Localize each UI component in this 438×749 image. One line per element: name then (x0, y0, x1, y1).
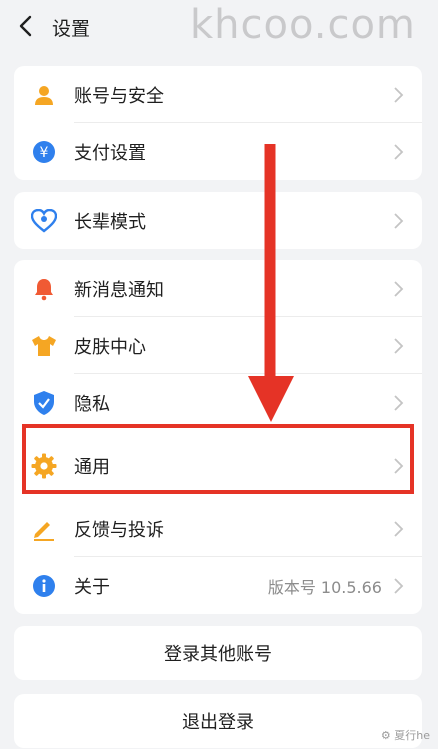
yuan-icon: ¥ (30, 138, 58, 166)
info-icon (30, 572, 58, 600)
row-skin-center[interactable]: 皮肤中心 (14, 317, 422, 374)
chevron-right-icon (394, 213, 404, 229)
back-chevron-icon[interactable] (14, 12, 40, 40)
chevron-right-icon (394, 87, 404, 103)
settings-group-account: 账号与安全 ¥ 支付设置 (14, 66, 422, 180)
row-feedback[interactable]: 反馈与投诉 (14, 500, 422, 557)
version-value: 版本号 10.5.66 (267, 577, 382, 597)
row-new-message-notify[interactable]: 新消息通知 (14, 260, 422, 317)
row-label: 反馈与投诉 (74, 519, 164, 541)
chevron-right-icon (394, 521, 404, 537)
row-label: 新消息通知 (74, 279, 164, 301)
row-label: 隐私 (74, 393, 110, 415)
user-icon (30, 81, 58, 109)
chevron-right-icon (394, 281, 404, 297)
row-label: 皮肤中心 (74, 336, 146, 358)
shield-icon (30, 389, 58, 417)
switch-account-button[interactable]: 登录其他账号 (14, 626, 422, 680)
site-watermark: khcoo.com (190, 2, 416, 48)
row-elder-mode[interactable]: 长辈模式 (14, 192, 422, 249)
bottom-watermark: ⚙ 夏行he (380, 729, 430, 742)
row-payment-settings[interactable]: ¥ 支付设置 (14, 123, 422, 180)
shirt-icon (30, 332, 58, 360)
page-title: 设置 (52, 18, 91, 40)
edit-icon (30, 515, 58, 543)
row-label: 长辈模式 (74, 211, 146, 233)
settings-group-elder: 长辈模式 (14, 192, 422, 249)
chevron-right-icon (394, 395, 404, 411)
svg-text:¥: ¥ (40, 145, 49, 161)
row-privacy[interactable]: 隐私 (14, 374, 422, 431)
annotation-highlight-box (22, 424, 414, 494)
chevron-right-icon (394, 338, 404, 354)
annotation-arrow-icon (248, 144, 294, 422)
row-label: 支付设置 (74, 142, 146, 164)
row-label: 关于 (74, 576, 110, 598)
row-label: 账号与安全 (74, 85, 164, 107)
bell-icon (30, 275, 58, 303)
chevron-right-icon (394, 144, 404, 160)
heart-icon (30, 207, 58, 235)
chevron-right-icon (394, 578, 404, 594)
header-bar: 设置 khcoo.com (0, 0, 438, 52)
logout-button[interactable]: 退出登录 (14, 694, 422, 748)
row-about[interactable]: 关于 版本号 10.5.66 (14, 557, 422, 614)
row-account-security[interactable]: 账号与安全 (14, 66, 422, 123)
